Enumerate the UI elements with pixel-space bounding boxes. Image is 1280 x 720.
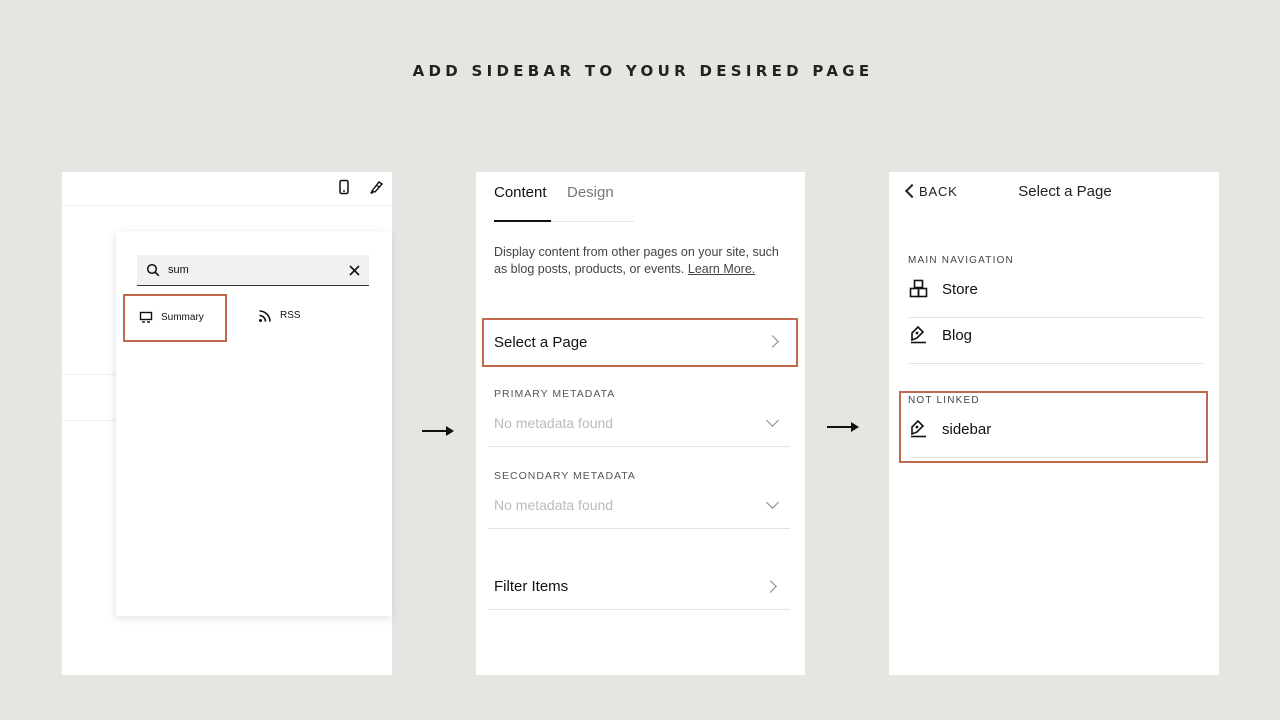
chevron-down-icon[interactable] <box>766 414 779 427</box>
learn-more-link[interactable]: Learn More. <box>688 262 755 276</box>
rss-icon <box>259 310 271 322</box>
arrow-icon <box>827 422 859 432</box>
search-value: sum <box>168 264 189 276</box>
rss-block-option[interactable]: RSS <box>254 294 344 342</box>
divider <box>62 420 116 421</box>
step1-panel: sum Summary RSS <box>62 172 392 675</box>
headline: ADD SIDEBAR TO YOUR DESIRED PAGE <box>412 62 874 80</box>
main-navigation-label: MAIN NAVIGATION <box>908 255 1014 266</box>
block-search-input[interactable]: sum <box>137 255 369 286</box>
chevron-down-icon[interactable] <box>766 496 779 509</box>
page-item-label: Store <box>942 281 978 298</box>
step2-panel: Content Design Display content from othe… <box>476 172 805 675</box>
rss-block-label: RSS <box>280 310 301 321</box>
block-search-popup: sum Summary RSS <box>116 231 392 616</box>
mobile-icon[interactable] <box>336 179 352 195</box>
divider <box>909 363 1203 364</box>
summary-block-icon <box>139 311 153 323</box>
blog-icon <box>911 419 926 438</box>
divider <box>909 457 1203 458</box>
secondary-metadata-label: SECONDARY METADATA <box>494 470 636 482</box>
chevron-right-icon <box>766 335 779 348</box>
summary-block-option[interactable]: Summary <box>123 294 227 342</box>
panel-title: Select a Page <box>1018 183 1112 200</box>
close-icon[interactable] <box>348 264 361 277</box>
page-item-sidebar[interactable]: sidebar <box>909 412 1203 458</box>
paintbrush-icon[interactable] <box>368 179 384 195</box>
arrow-icon <box>422 426 454 436</box>
step3-panel: BACK Select a Page MAIN NAVIGATION Store… <box>889 172 1219 675</box>
divider <box>488 528 790 529</box>
page-item-blog[interactable]: Blog <box>909 318 1203 364</box>
secondary-metadata-select[interactable]: No metadata found <box>494 497 613 513</box>
tab-design[interactable]: Design <box>567 184 614 222</box>
filter-items-row[interactable]: Filter Items <box>494 578 568 595</box>
summary-description: Display content from other pages on your… <box>494 244 784 278</box>
store-icon <box>909 279 928 298</box>
primary-metadata-select[interactable]: No metadata found <box>494 415 613 431</box>
page-item-label: Blog <box>942 327 973 344</box>
tab-content[interactable]: Content <box>494 184 551 222</box>
divider <box>62 374 116 375</box>
select-page-row[interactable]: Select a Page <box>482 318 798 367</box>
editor-topbar <box>62 172 392 206</box>
blog-icon <box>911 325 926 344</box>
divider <box>488 609 790 610</box>
not-linked-label: NOT LINKED <box>908 395 980 406</box>
chevron-right-icon[interactable] <box>764 580 777 593</box>
page-item-store[interactable]: Store <box>909 272 1203 318</box>
divider <box>488 446 790 447</box>
select-page-label: Select a Page <box>494 334 588 351</box>
tab-bar: Content Design <box>494 184 634 222</box>
search-icon <box>146 263 160 277</box>
page-item-label: sidebar <box>942 421 992 438</box>
primary-metadata-label: PRIMARY METADATA <box>494 388 616 400</box>
summary-block-label: Summary <box>161 312 204 323</box>
